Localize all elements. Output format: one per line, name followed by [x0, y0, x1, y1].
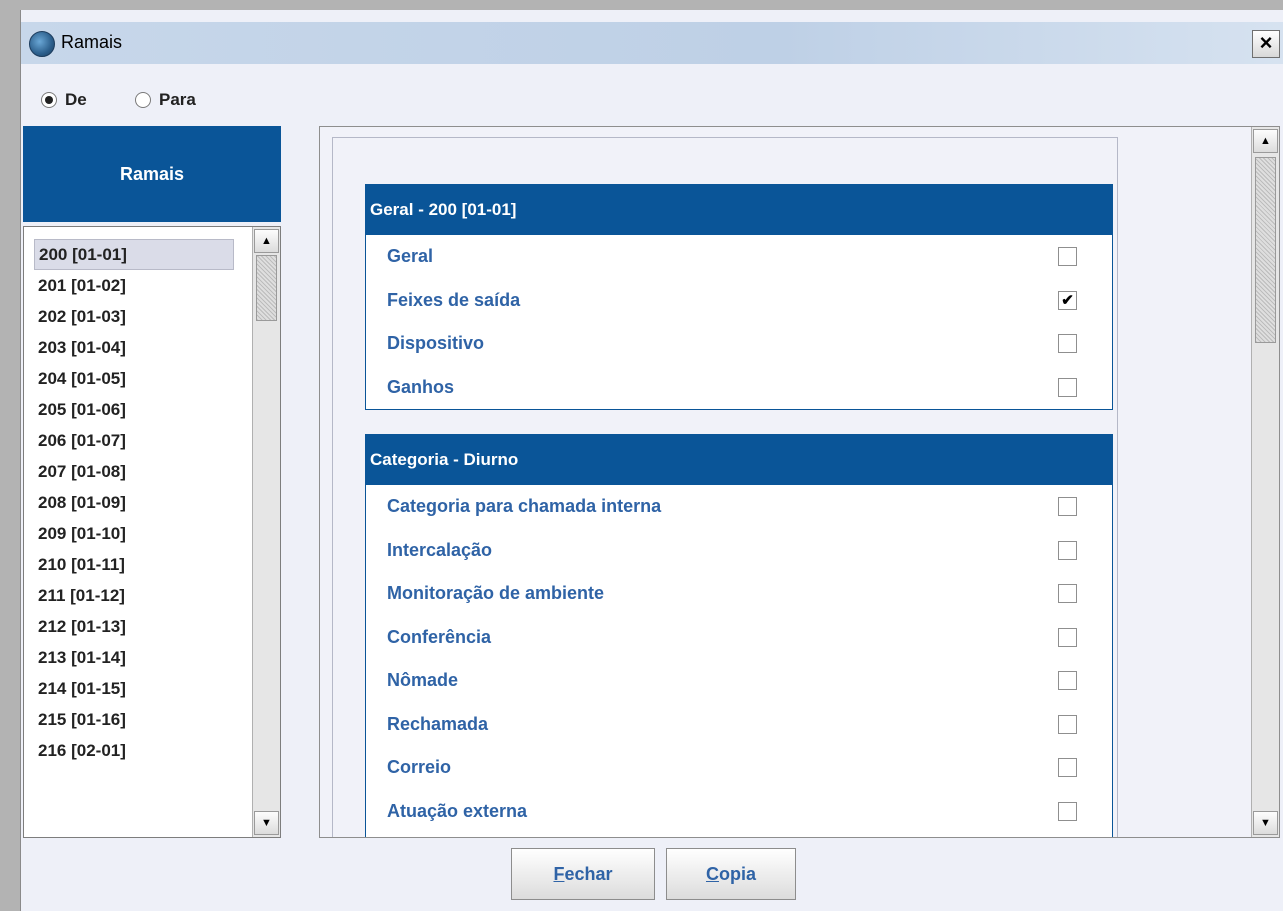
copia-button[interactable]: Copia: [666, 848, 796, 900]
section-geral-options: Geral Feixes de saída ✔ Dispositivo Ganhos: [366, 235, 1112, 409]
option-checkbox[interactable]: [1058, 334, 1077, 353]
list-item[interactable]: 203 [01-04]: [34, 332, 244, 363]
list-item[interactable]: 208 [01-09]: [34, 487, 244, 518]
option-row: Conferência: [366, 616, 1112, 660]
fechar-mnemonic: F: [553, 863, 565, 884]
list-item[interactable]: 215 [01-16]: [34, 704, 244, 735]
option-label: Intercalação: [387, 539, 493, 560]
ramais-dialog: Ramais × De Para Ramais 200 [01-01] 201 […: [20, 10, 1283, 911]
scroll-thumb[interactable]: [1255, 157, 1276, 343]
ramais-list-items: 200 [01-01] 201 [01-02] 202 [01-03] 203 [01…: [34, 239, 244, 766]
radio-para-indicator[interactable]: [135, 92, 151, 108]
scroll-down-arrow-icon[interactable]: ▼: [254, 811, 279, 835]
option-row: Dispositivo: [366, 322, 1112, 366]
option-label: Correio: [387, 757, 452, 777]
app-globe-icon: [29, 31, 55, 57]
option-label: Rechamada: [387, 713, 489, 734]
option-label: Atuação externa: [387, 800, 528, 821]
option-row: Monitoração de ambiente: [366, 572, 1112, 616]
section-categoria-header: Categoria - Diurno: [366, 435, 1112, 485]
radio-de-label: De: [65, 90, 87, 109]
radio-para[interactable]: Para: [135, 90, 196, 110]
option-label: Ganhos: [387, 376, 455, 397]
list-item[interactable]: 204 [01-05]: [34, 363, 244, 394]
option-row: Geral: [366, 235, 1112, 279]
list-item[interactable]: 201 [01-02]: [34, 270, 244, 301]
ramais-list-panel: Ramais 200 [01-01] 201 [01-02] 202 [01-03]…: [23, 126, 281, 838]
option-checkbox[interactable]: [1058, 540, 1077, 560]
option-row: Rechamada: [366, 703, 1112, 747]
option-label: Monitoração de ambiente: [387, 583, 605, 603]
scroll-up-arrow-icon[interactable]: ▲: [1253, 129, 1278, 153]
copia-mnemonic: C: [705, 863, 719, 884]
list-item[interactable]: 206 [01-07]: [34, 425, 244, 456]
list-item[interactable]: 200 [01-01]: [34, 239, 234, 270]
option-row: Correio: [366, 746, 1112, 790]
screen-background: Ramais × De Para Ramais 200 [01-01] 201 […: [0, 0, 1283, 911]
option-label: Feixes de saída: [387, 289, 521, 310]
close-button[interactable]: ×: [1252, 30, 1280, 58]
list-item[interactable]: 216 [02-01]: [34, 735, 244, 766]
ramais-list-header: Ramais: [23, 126, 281, 222]
option-checkbox[interactable]: [1058, 584, 1077, 603]
option-label: Conferência: [387, 626, 492, 647]
permissions-scrollbar[interactable]: ▲ ▼: [1251, 127, 1279, 837]
option-row: Intercalação: [366, 529, 1112, 573]
copia-label: opia: [718, 863, 756, 884]
option-checkbox[interactable]: [1058, 497, 1077, 516]
permissions-content: Geral - 200 [01-01] Geral Feixes de saída…: [332, 137, 1118, 837]
option-checkbox[interactable]: [1058, 714, 1077, 734]
option-row: Atuação externa: [366, 790, 1112, 834]
section-categoria-options: Categoria para chamada interna Intercalaç…: [366, 485, 1112, 833]
option-row: Nômade: [366, 659, 1112, 703]
list-item[interactable]: 209 [01-10]: [34, 518, 244, 549]
option-label: Dispositivo: [387, 333, 485, 353]
list-item[interactable]: 213 [01-14]: [34, 642, 244, 673]
section-geral: Geral - 200 [01-01] Geral Feixes de saída…: [365, 184, 1113, 410]
option-row: Categoria para chamada interna: [366, 485, 1112, 529]
ramais-list[interactable]: 200 [01-01] 201 [01-02] 202 [01-03] 203 [01…: [23, 226, 281, 838]
option-label: Nômade: [387, 670, 459, 690]
window-title: Ramais: [61, 32, 123, 52]
option-checkbox[interactable]: ✔: [1058, 290, 1077, 310]
option-checkbox[interactable]: [1058, 627, 1077, 647]
list-item[interactable]: 211 [01-12]: [34, 580, 244, 611]
option-row: Ganhos: [366, 366, 1112, 410]
section-geral-header: Geral - 200 [01-01]: [366, 185, 1112, 235]
section-categoria: Categoria - Diurno Categoria para chamad…: [365, 434, 1113, 837]
list-item[interactable]: 214 [01-15]: [34, 673, 244, 704]
option-checkbox[interactable]: [1058, 801, 1077, 821]
list-item[interactable]: 212 [01-13]: [34, 611, 244, 642]
option-checkbox[interactable]: [1058, 671, 1077, 690]
fechar-label: echar: [564, 863, 613, 884]
radio-de-indicator[interactable]: [41, 92, 57, 108]
ramais-list-scrollbar[interactable]: ▲ ▼: [252, 227, 280, 837]
radio-de[interactable]: De: [41, 90, 87, 110]
option-checkbox[interactable]: [1058, 758, 1077, 777]
option-checkbox[interactable]: [1058, 377, 1077, 397]
radio-para-label: Para: [159, 90, 196, 109]
permissions-panel: Geral - 200 [01-01] Geral Feixes de saída…: [319, 126, 1280, 838]
option-label: Categoria para chamada interna: [387, 496, 662, 516]
option-label: Geral: [387, 246, 434, 266]
scroll-down-arrow-icon[interactable]: ▼: [1253, 811, 1278, 835]
scroll-thumb[interactable]: [256, 255, 277, 321]
list-item[interactable]: 210 [01-11]: [34, 549, 244, 580]
list-item[interactable]: 205 [01-06]: [34, 394, 244, 425]
option-row: Feixes de saída ✔: [366, 279, 1112, 323]
list-item[interactable]: 207 [01-08]: [34, 456, 244, 487]
title-bar[interactable]: Ramais ×: [21, 22, 1283, 64]
scroll-up-arrow-icon[interactable]: ▲: [254, 229, 279, 253]
fechar-button[interactable]: Fechar: [511, 848, 655, 900]
option-checkbox[interactable]: [1058, 247, 1077, 266]
list-item[interactable]: 202 [01-03]: [34, 301, 244, 332]
